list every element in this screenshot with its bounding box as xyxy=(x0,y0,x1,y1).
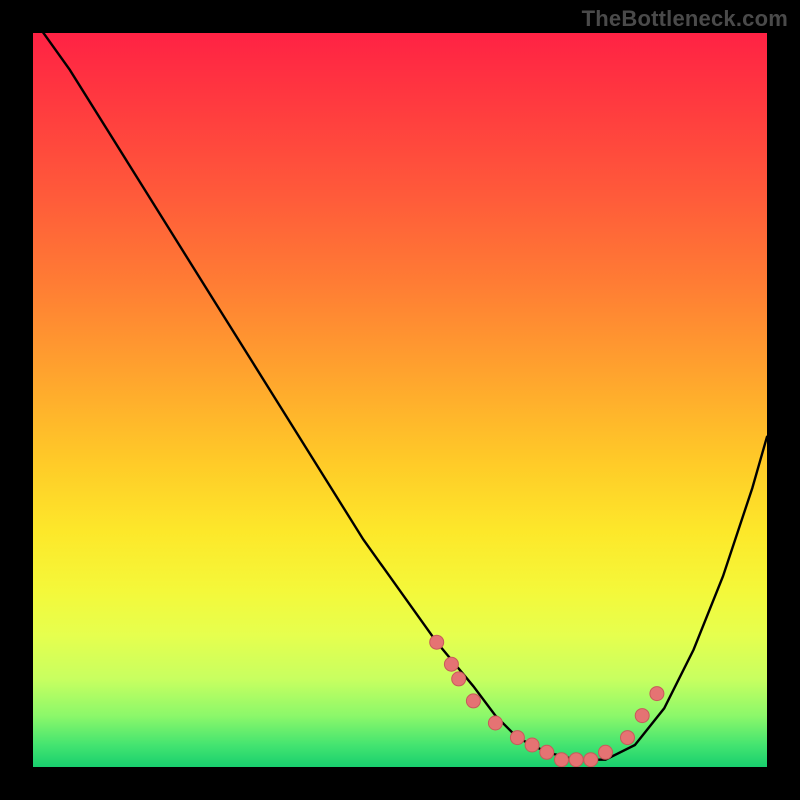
scatter-dot xyxy=(555,753,569,767)
scatter-dot xyxy=(635,709,649,723)
scatter-dot xyxy=(466,694,480,708)
bottleneck-curve-line xyxy=(33,33,767,760)
scatter-dot xyxy=(430,635,444,649)
scatter-dot xyxy=(444,657,458,671)
scatter-dot xyxy=(569,753,583,767)
scatter-dot xyxy=(525,738,539,752)
chart-svg xyxy=(33,33,767,767)
scatter-dot xyxy=(488,716,502,730)
scatter-dot xyxy=(510,731,524,745)
watermark-text: TheBottleneck.com xyxy=(582,6,788,32)
chart-frame: TheBottleneck.com xyxy=(0,0,800,800)
scatter-dot xyxy=(650,687,664,701)
scatter-dot xyxy=(621,731,635,745)
scatter-dot xyxy=(540,745,554,759)
scatter-dot xyxy=(584,753,598,767)
scatter-dot xyxy=(599,745,613,759)
scatter-dot xyxy=(452,672,466,686)
plot-area xyxy=(33,33,767,767)
